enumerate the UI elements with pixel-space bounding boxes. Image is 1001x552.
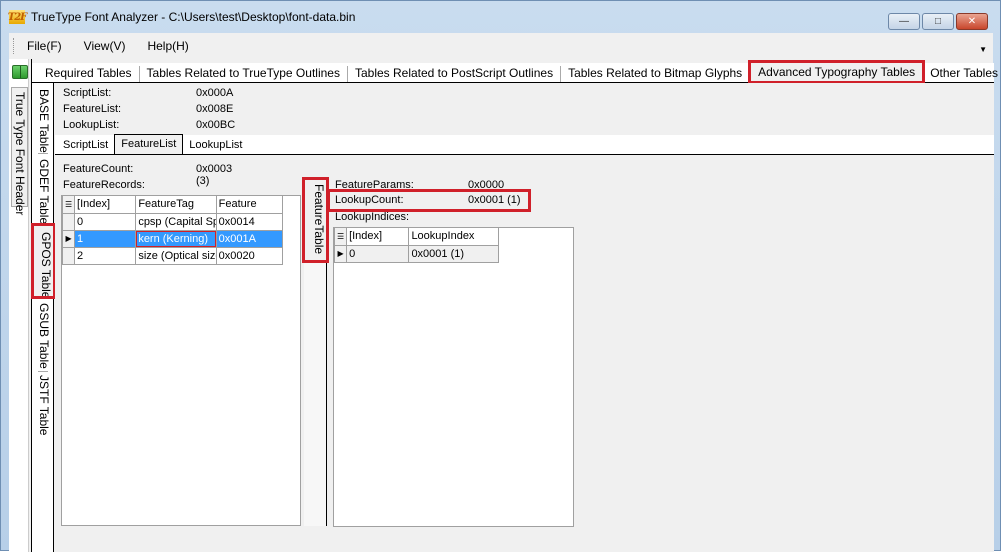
field-label: LookupList:: [63, 119, 120, 131]
grid-menu-icon[interactable]: ☰: [333, 228, 348, 246]
cell-index[interactable]: 2: [74, 246, 137, 265]
tab-true-type-font-header[interactable]: True Type Font Header: [11, 87, 28, 215]
column-header[interactable]: FeatureTag: [135, 196, 217, 214]
cell-lookup-index[interactable]: 0x0001 (1): [408, 244, 499, 263]
field-value: 0x008E: [196, 103, 234, 115]
window-title: TrueType Font Analyzer - C:\Users\test\D…: [31, 10, 356, 24]
cell-feature-tag[interactable]: cpsp (Capital Sp: [135, 212, 217, 231]
field-value: 0x0001 (1): [468, 194, 521, 206]
cell-index[interactable]: 0: [74, 212, 137, 231]
menu-grip[interactable]: [13, 38, 17, 54]
tab-scriptlist[interactable]: ScriptList: [57, 138, 114, 154]
menu-help[interactable]: Help(H): [145, 37, 190, 55]
tab-truetype-outlines[interactable]: Tables Related to TrueType Outlines: [140, 66, 348, 82]
field-lookup-count: LookupCount: 0x0001 (1): [327, 189, 531, 212]
gpos-sub-tabs: ScriptList FeatureList LookupList: [55, 134, 994, 155]
table-row[interactable]: 0 cpsp (Capital Sp 0x0014: [61, 212, 284, 231]
field-label: LookupIndices:: [335, 211, 409, 223]
table-row[interactable]: ▶ 1 kern (Kerning) 0x001A: [61, 229, 284, 248]
category-tabs: Required Tables Tables Related to TrueTy…: [32, 60, 998, 84]
title-bar: T2F TrueType Font Analyzer - C:\Users\te…: [1, 1, 1000, 33]
cell-feature-tag[interactable]: kern (Kerning): [135, 229, 217, 248]
tab-divider: [38, 371, 48, 372]
tab-other-tables[interactable]: Other Tables: [923, 66, 1001, 82]
minimize-button[interactable]: —: [888, 13, 920, 30]
tab-bitmap-glyphs[interactable]: Tables Related to Bitmap Glyphs: [561, 66, 751, 82]
feature-records-grid[interactable]: ☰ [Index] FeatureTag Feature 0 cpsp (Cap…: [61, 195, 301, 526]
column-header[interactable]: [Index]: [74, 196, 137, 214]
field-label: FeatureParams:: [335, 179, 414, 191]
grid-header-row: ☰ [Index] FeatureTag Feature: [61, 196, 284, 214]
tab-postscript-outlines[interactable]: Tables Related to PostScript Outlines: [348, 66, 562, 82]
menu-view[interactable]: View(V): [82, 37, 128, 55]
menu-bar: File(F) View(V) Help(H) ▼: [9, 33, 993, 59]
tab-base-table[interactable]: BASE Table: [35, 89, 51, 153]
client-area: File(F) View(V) Help(H) ▼ True Type Font…: [9, 33, 998, 552]
main-panel: Required Tables Tables Related to TrueTy…: [31, 59, 998, 552]
row-header[interactable]: [61, 246, 76, 265]
grid-menu-icon[interactable]: ☰: [61, 196, 76, 214]
column-header[interactable]: [Index]: [346, 228, 410, 246]
tab-divider: [38, 153, 48, 154]
table-row[interactable]: ▶ 0 0x0001 (1): [333, 244, 499, 263]
row-header[interactable]: [61, 212, 76, 231]
tab-required-tables[interactable]: Required Tables: [38, 66, 140, 82]
close-icon: ✕: [967, 16, 977, 27]
tab-feature-table[interactable]: FeatureTable: [302, 177, 329, 263]
menu-file[interactable]: File(F): [25, 37, 64, 55]
field-label: ScriptList:: [63, 87, 112, 99]
tab-jstf-table[interactable]: JSTF Table: [35, 375, 51, 435]
cell-feature[interactable]: 0x0020: [215, 246, 284, 265]
grid-header-row: ☰ [Index] LookupIndex: [333, 228, 499, 246]
table-row[interactable]: 2 size (Optical size 0x0020: [61, 246, 284, 265]
column-header[interactable]: Feature: [215, 196, 284, 214]
field-value: 0x000A: [196, 87, 234, 99]
close-button[interactable]: ✕: [956, 13, 988, 30]
app-icon: T2F: [7, 10, 27, 24]
row-pointer-icon[interactable]: ▶: [333, 244, 348, 263]
minimize-icon: —: [899, 16, 909, 27]
cell-feature-tag[interactable]: size (Optical size: [135, 246, 217, 265]
field-value: 0x00BC: [196, 119, 236, 131]
window-controls: — □ ✕: [888, 13, 988, 30]
lookup-indices-grid[interactable]: ☰ [Index] LookupIndex ▶ 0 0x0001 (1): [333, 227, 574, 527]
left-tab-strip: True Type Font Header: [9, 59, 29, 552]
feature-table-tab-strip: FeatureTable: [302, 177, 329, 526]
tab-gsub-table[interactable]: GSUB Table: [35, 303, 51, 369]
table-tabs: BASE Table GDEF Table GPOS Table GSUB Ta…: [31, 83, 56, 552]
field-value: 0x0000: [468, 179, 505, 191]
cell-index[interactable]: 1: [74, 229, 137, 248]
field-label: FeatureCount:: [63, 163, 134, 175]
book-icon: [12, 65, 28, 79]
cell-feature[interactable]: 0x0014: [215, 212, 284, 231]
maximize-button[interactable]: □: [922, 13, 954, 30]
tab-gpos-table[interactable]: GPOS Table: [31, 223, 56, 299]
field-label: FeatureRecords:: [63, 179, 145, 191]
cell-feature[interactable]: 0x001A: [215, 229, 284, 248]
field-value: 0x0003 (3): [196, 163, 233, 187]
menu-overflow-icon[interactable]: ▼: [979, 45, 987, 54]
tab-featurelist[interactable]: FeatureList: [114, 134, 184, 154]
column-header[interactable]: LookupIndex: [408, 228, 499, 246]
app-window: T2F TrueType Font Analyzer - C:\Users\te…: [0, 0, 1001, 552]
field-label: FeatureList:: [63, 103, 122, 115]
tab-advanced-typography[interactable]: Advanced Typography Tables: [748, 60, 926, 84]
field-label: LookupCount:: [335, 194, 404, 206]
tab-lookuplist[interactable]: LookupList: [183, 138, 248, 154]
tab-gdef-table[interactable]: GDEF Table: [35, 159, 51, 224]
cell-index[interactable]: 0: [346, 244, 410, 263]
row-pointer-icon[interactable]: ▶: [61, 229, 76, 248]
maximize-icon: □: [934, 16, 942, 27]
gpos-content: ScriptList: 0x000A FeatureList: 0x008E L…: [55, 83, 994, 552]
